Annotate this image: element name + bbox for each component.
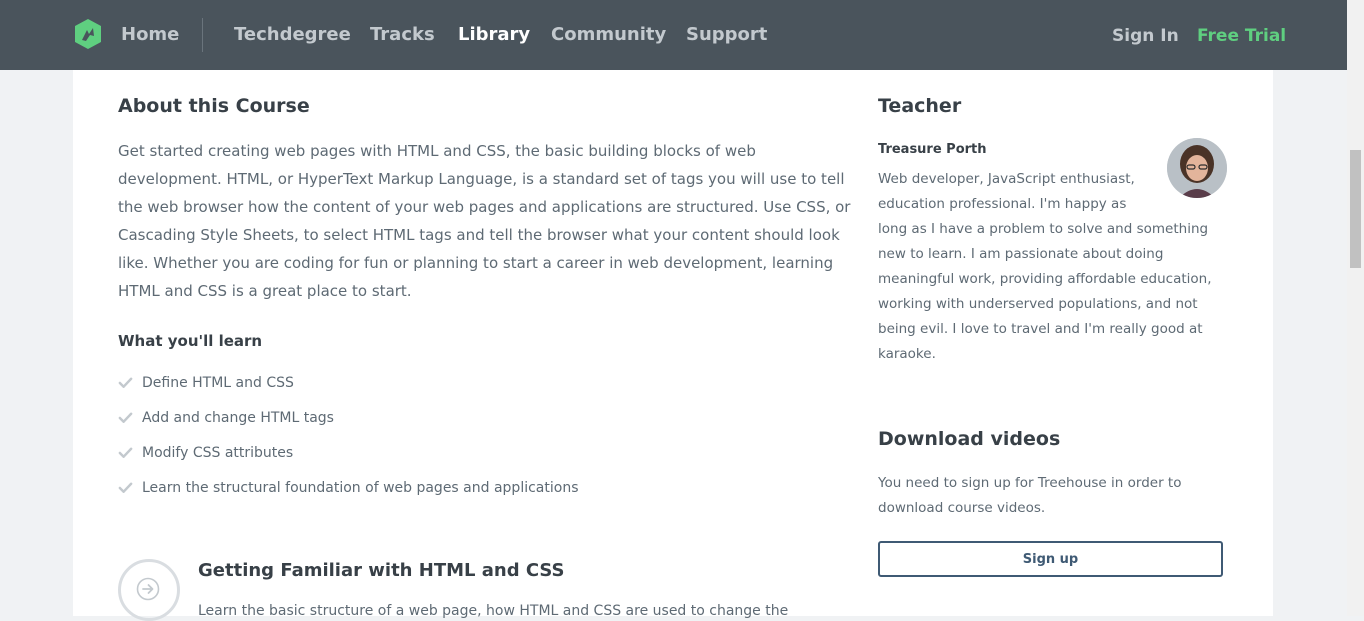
nav-home[interactable]: Home <box>121 24 179 46</box>
nav-support[interactable]: Support <box>686 24 767 46</box>
download-videos-heading: Download videos <box>878 428 1061 450</box>
checkmark-icon <box>118 412 133 423</box>
stage-description: Learn the basic structure of a web page,… <box>198 603 789 619</box>
top-nav: Home Techdegree Tracks Library Community… <box>0 0 1347 70</box>
learn-item-label: Learn the structural foundation of web p… <box>142 480 579 496</box>
download-videos-text: You need to sign up for Treehouse in ord… <box>878 475 1182 516</box>
nav-community[interactable]: Community <box>551 24 666 46</box>
learn-item: Define HTML and CSS <box>118 375 579 410</box>
teacher-heading: Teacher <box>878 95 962 117</box>
stage-title[interactable]: Getting Familiar with HTML and CSS <box>198 560 565 581</box>
nav-library[interactable]: Library <box>458 24 530 46</box>
nav-divider <box>202 18 203 52</box>
learn-list: Define HTML and CSS Add and change HTML … <box>118 375 579 515</box>
what-youll-learn-heading: What you'll learn <box>118 332 263 350</box>
scrollbar-thumb[interactable] <box>1350 150 1361 268</box>
learn-item-label: Define HTML and CSS <box>142 375 294 391</box>
learn-item: Modify CSS attributes <box>118 445 579 480</box>
nav-techdegree[interactable]: Techdegree <box>234 24 351 46</box>
learn-item: Add and change HTML tags <box>118 410 579 445</box>
teacher-bio: Web developer, JavaScript enthusiast, ed… <box>878 167 1223 367</box>
sign-up-button[interactable]: Sign up <box>878 541 1223 577</box>
page-scrollbar[interactable] <box>1347 0 1364 616</box>
course-details-card: About this Course Get started creating w… <box>73 70 1273 621</box>
checkmark-icon <box>118 377 133 388</box>
checkmark-icon <box>118 482 133 493</box>
nav-tracks[interactable]: Tracks <box>370 24 435 46</box>
checkmark-icon <box>118 447 133 458</box>
treehouse-logo-icon[interactable] <box>72 18 104 50</box>
course-description: Get started creating web pages with HTML… <box>118 142 851 300</box>
learn-item-label: Modify CSS attributes <box>142 445 294 461</box>
arrow-right-icon[interactable] <box>136 577 160 601</box>
sign-in-link[interactable]: Sign In <box>1112 25 1179 47</box>
teacher-bio-rest: long as I have a problem to solve and so… <box>878 221 1212 362</box>
free-trial-link[interactable]: Free Trial <box>1197 25 1286 47</box>
learn-item: Learn the structural foundation of web p… <box>118 480 579 515</box>
teacher-name[interactable]: Treasure Porth <box>878 142 987 157</box>
learn-item-label: Add and change HTML tags <box>142 410 334 426</box>
about-course-heading: About this Course <box>118 95 310 117</box>
teacher-bio-first: Web developer, JavaScript enthusiast, ed… <box>878 171 1135 212</box>
